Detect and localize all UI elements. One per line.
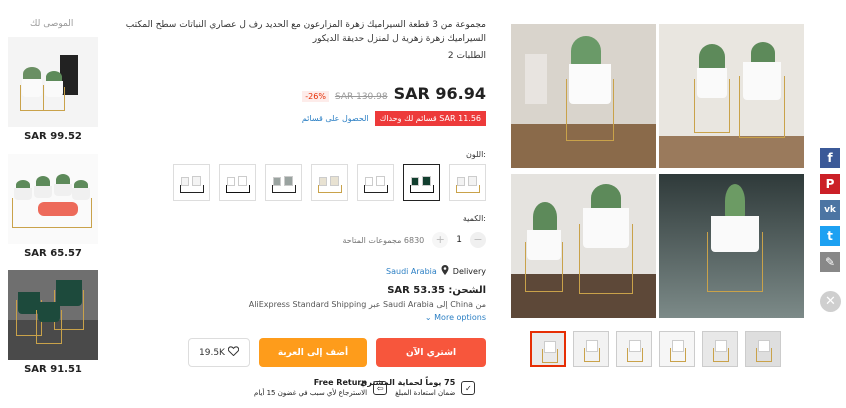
reco-price: SAR 91.51 — [24, 364, 82, 375]
qty-value[interactable]: 1 — [456, 235, 462, 245]
delivery-label: Delivery — [452, 266, 486, 276]
twitter-icon[interactable]: t — [820, 226, 840, 246]
get-coupons-link[interactable]: الحصول على قسائم — [302, 114, 369, 123]
color-label: اللون: — [465, 150, 486, 159]
current-price: SAR 96.94 — [393, 84, 486, 103]
buy-now-button[interactable]: اشتري الآن — [376, 338, 486, 367]
qty-available: 6830 مجموعات المتاحة — [342, 235, 425, 245]
return-subtitle: الاسترجاع لأي سبب في غضون 15 أيام — [254, 389, 368, 397]
reco-image[interactable] — [8, 270, 98, 360]
recommendation-column: الموصى لك SAR 99.52 SAR 65.57 SAR 91.51 — [0, 0, 105, 408]
more-options-label: More options — [434, 313, 486, 322]
qty-plus-button[interactable]: + — [432, 232, 449, 248]
gallery-image-1[interactable] — [511, 24, 656, 168]
order-count[interactable]: 2 الطلبات — [448, 51, 486, 61]
free-return[interactable]: ⇦ Free Return الاسترجاع لأي سبب في غضون … — [254, 378, 388, 398]
color-swatch[interactable] — [265, 164, 302, 201]
color-swatch[interactable] — [357, 164, 394, 201]
reco-item-3[interactable]: SAR 91.51 — [8, 270, 98, 375]
reco-item-1[interactable]: SAR 99.52 — [8, 37, 98, 142]
close-icon[interactable]: ✕ — [820, 291, 841, 312]
vk-icon[interactable]: vk — [820, 200, 840, 220]
pinterest-icon[interactable]: P — [820, 174, 840, 194]
quantity-label: الكمية: — [462, 214, 486, 223]
color-swatches — [173, 164, 486, 201]
facebook-icon[interactable]: f — [820, 148, 840, 168]
color-swatch[interactable] — [449, 164, 486, 201]
shipping-detail: من China إلى Saudi Arabia عبر AliExpress… — [248, 300, 486, 309]
old-price: SAR 130.98 — [334, 92, 388, 102]
coupon-row: SAR 11.56 قسائم لك وحداك الحصول على قسائ… — [302, 111, 486, 126]
reco-price: SAR 99.52 — [24, 131, 82, 142]
reco-image[interactable] — [8, 154, 98, 244]
quantity-stepper: − 1 + 6830 مجموعات المتاحة — [342, 232, 486, 248]
color-swatch[interactable] — [219, 164, 256, 201]
gallery-thumbnail[interactable] — [573, 331, 609, 367]
wishlist-count: 19.5K — [199, 347, 225, 358]
gallery-thumbnail[interactable] — [702, 331, 738, 367]
return-icon: ⇦ — [373, 381, 388, 395]
wishlist-button[interactable]: 19.5K — [188, 338, 250, 367]
gallery-image-3[interactable] — [511, 174, 656, 318]
add-to-cart-button[interactable]: أضف إلى العربة — [259, 338, 367, 367]
price-row: -26% SAR 130.98 SAR 96.94 — [302, 84, 486, 103]
delivery-country-link[interactable]: Saudi Arabia — [386, 267, 437, 276]
edit-icon[interactable]: ✎ — [820, 252, 840, 272]
gallery-thumbnail[interactable] — [616, 331, 652, 367]
gallery-thumbnail[interactable] — [530, 331, 566, 367]
product-info: مجموعة من 3 قطعة السيراميك زهرة المزارعو… — [120, 0, 500, 408]
discount-badge: -26% — [302, 91, 329, 102]
shield-check-icon: ✓ — [461, 381, 476, 395]
color-swatch[interactable] — [403, 164, 440, 201]
chevron-down-icon: ⌄ — [424, 313, 432, 322]
return-title: Free Return — [313, 378, 368, 387]
color-swatch[interactable] — [173, 164, 210, 201]
reco-title: الموصى لك — [30, 19, 74, 29]
gallery-thumbnail[interactable] — [745, 331, 781, 367]
coupon-badge[interactable]: SAR 11.56 قسائم لك وحداك — [374, 111, 486, 126]
reco-image[interactable] — [8, 37, 98, 127]
location-pin-icon — [441, 265, 449, 277]
qty-minus-button[interactable]: − — [470, 232, 486, 248]
heart-icon — [227, 346, 240, 359]
gallery-image-4[interactable] — [659, 174, 804, 318]
reco-price: SAR 65.57 — [24, 248, 82, 259]
delivery-row: Delivery Saudi Arabia — [386, 265, 486, 277]
social-share-bar: f Pvk t ✎ — [820, 148, 840, 272]
action-buttons: 19.5K أضف إلى العربة اشتري الآن — [188, 338, 486, 367]
thumbnail-strip — [530, 331, 781, 367]
free-return-text: Free Return الاسترجاع لأي سبب في غضون 15… — [254, 378, 367, 398]
color-swatch[interactable] — [311, 164, 348, 201]
gallery-thumbnail[interactable] — [659, 331, 695, 367]
more-options-link[interactable]: More options ⌄ — [425, 313, 486, 322]
product-title: مجموعة من 3 قطعة السيراميك زهرة المزارعو… — [125, 20, 486, 44]
reco-item-2[interactable]: SAR 65.57 — [8, 154, 98, 259]
guarantee-subtitle: ضمان استعادة المبلغ — [395, 389, 456, 397]
gallery-image-2[interactable] — [659, 24, 804, 168]
shipping-price: الشحن: SAR 53.35 — [387, 285, 486, 296]
